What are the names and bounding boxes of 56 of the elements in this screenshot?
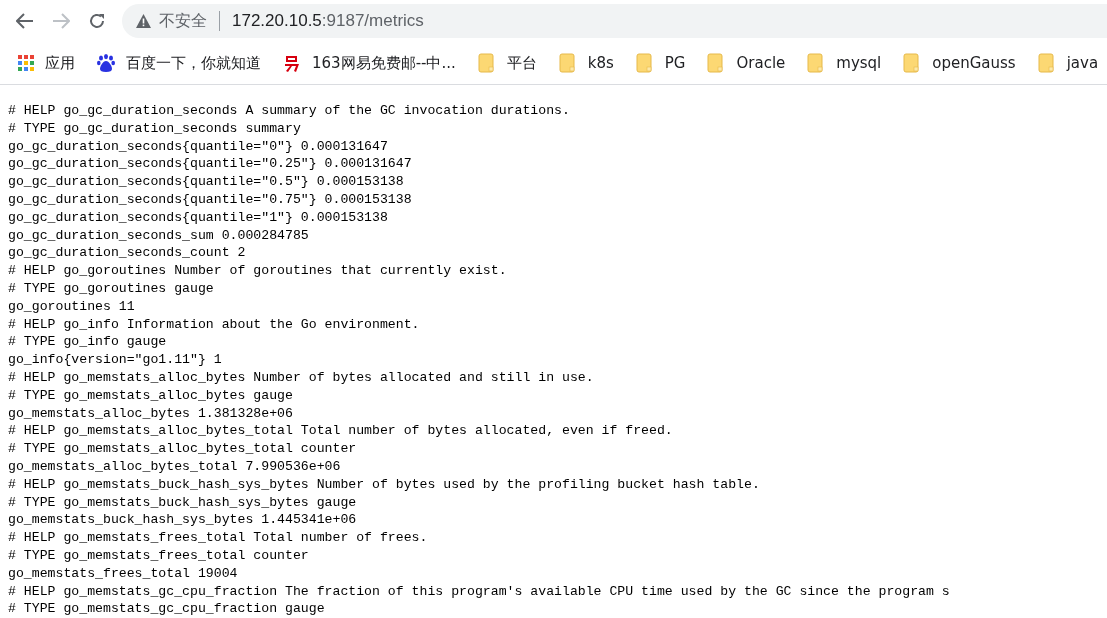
apps-grid-icon (18, 55, 34, 71)
code-line: # TYPE go_memstats_gc_cpu_fraction gauge (8, 600, 325, 618)
bookmark-item[interactable]: mysql (807, 53, 882, 73)
code-line: go_gc_duration_seconds{quantile="1"} 0.000153138 (8, 208, 388, 227)
code-line: go_memstats_buck_hash_sys_bytes 1.445341e+06 (8, 511, 357, 530)
code-line: # HELP go_memstats_alloc_bytes Number of bytes allocated and still in use. (8, 368, 594, 387)
folder-icon (1037, 53, 1054, 73)
address-bar[interactable]: 不安全 172.20.10.5:9187/metrics (122, 4, 1107, 38)
code-line: # TYPE go_info gauge (8, 333, 167, 352)
code-line: go_memstats_alloc_bytes_total 7.990536e+06 (8, 457, 341, 476)
code-line: go_memstats_alloc_bytes 1.381328e+06 (8, 404, 293, 423)
bookmark-item[interactable]: 平台 (477, 53, 537, 73)
code-line: go_gc_duration_seconds{quantile="0.25"} 0.000131647 (8, 155, 412, 174)
url-text: 172.20.10.5:9187/metrics (232, 11, 424, 31)
bookmark-item[interactable]: java (1037, 53, 1099, 73)
code-line: # HELP go_memstats_alloc_bytes_total Total number of bytes allocated, even if freed. (8, 422, 673, 441)
bookmark-item[interactable]: openGauss (903, 53, 1016, 73)
code-line: go_gc_duration_seconds_sum 0.000284785 (8, 226, 309, 245)
code-line: # HELP go_memstats_buck_hash_sys_bytes Number of bytes used by the profiling bucket hash table. (8, 475, 760, 494)
code-line: go_gc_duration_seconds{quantile="0.75"} 0.000153138 (8, 191, 412, 209)
code-line: # TYPE go_memstats_alloc_bytes_total counter (8, 440, 357, 458)
forward-icon (52, 13, 70, 29)
paw-icon (97, 54, 115, 72)
code-line: # TYPE go_memstats_frees_total counter (8, 546, 309, 565)
bookmark-item[interactable]: PG (635, 53, 686, 73)
code-line: # HELP go_goroutines Number of goroutines that currently exist. (8, 262, 507, 280)
code-line: go_info{version="go1.11"} 1 (8, 351, 222, 369)
bookmark-item[interactable]: k8s (558, 53, 614, 73)
security-label: 不安全 (159, 10, 207, 32)
folder-icon (477, 53, 494, 73)
code-line: # TYPE go_memstats_alloc_bytes gauge (8, 386, 293, 405)
code-line: # HELP go_info Information about the Go environment. (8, 315, 420, 334)
code-line: go_memstats_frees_total 19004 (8, 564, 238, 583)
code-line: # HELP go_memstats_frees_total Total number of frees. (8, 529, 428, 547)
back-icon (16, 13, 34, 29)
code-line: # TYPE go_goroutines gauge (8, 279, 214, 298)
bookmark-item[interactable]: 163网易免费邮--中... (283, 53, 456, 73)
folder-icon (903, 53, 920, 73)
reload-icon (88, 12, 106, 30)
code-line: # HELP go_gc_duration_seconds A summary of the GC invocation durations. (8, 102, 570, 120)
code-line: go_gc_duration_seconds{quantile="0"} 0.000131647 (8, 137, 388, 156)
code-line: go_gc_duration_seconds{quantile="0.5"} 0.000153138 (8, 173, 404, 191)
folder-icon (807, 53, 824, 73)
code-line: # TYPE go_memstats_buck_hash_sys_bytes gauge (8, 493, 357, 512)
code-line: go_goroutines 11 (8, 297, 135, 316)
folder-icon (558, 53, 575, 73)
bookmark-item[interactable]: Oracle (707, 53, 786, 73)
warning-icon (136, 14, 151, 28)
folder-icon (635, 53, 652, 73)
bookmark-item[interactable]: 应用 (18, 53, 75, 73)
code-line: # TYPE go_gc_duration_seconds summary (8, 119, 301, 138)
code-line: # HELP go_memstats_gc_cpu_fraction The fraction of this program's available CPU time used by the GC since the program s (8, 582, 950, 601)
bookmark-item[interactable]: 百度一下，你就知道 (97, 53, 261, 73)
folder-icon (707, 53, 724, 73)
code-line: go_gc_duration_seconds_count 2 (8, 244, 246, 263)
mail-logo-icon (283, 54, 301, 72)
